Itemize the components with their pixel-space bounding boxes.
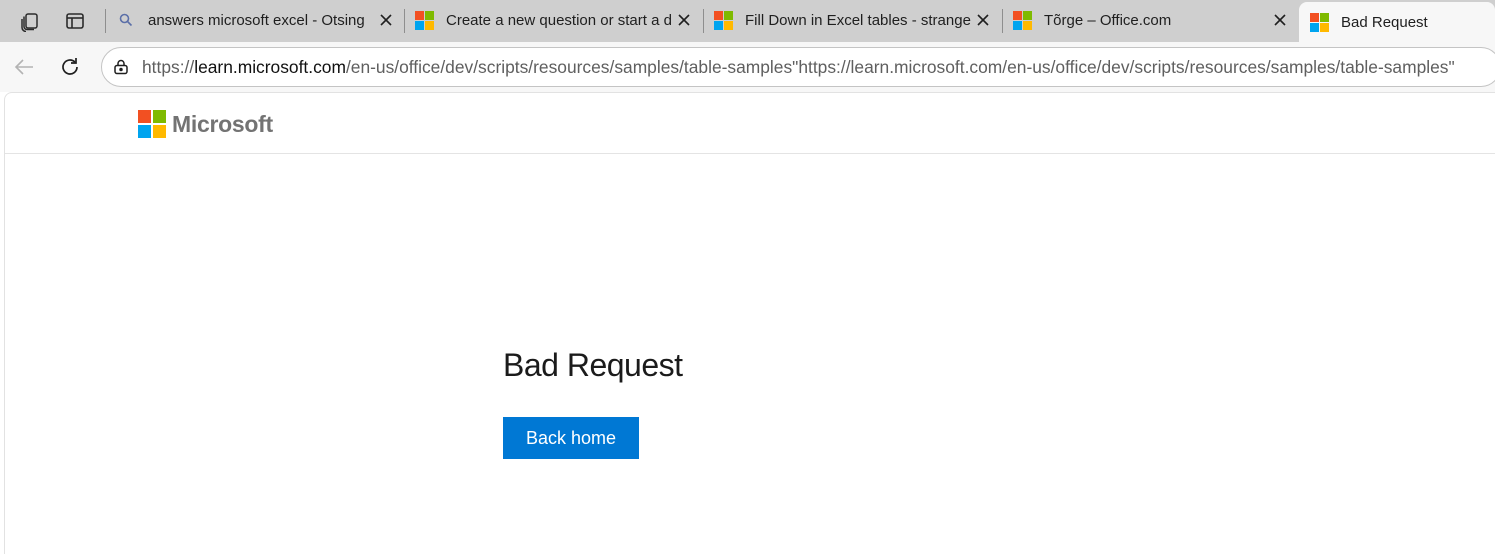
- tab-answers-search[interactable]: answers microsoft excel - Otsing: [106, 0, 404, 40]
- address-bar[interactable]: https://learn.microsoft.com/en-us/office…: [101, 47, 1495, 87]
- tab-bad-request[interactable]: Bad Request: [1299, 2, 1495, 42]
- tab-title: Bad Request: [1341, 13, 1428, 31]
- address-url: https://learn.microsoft.com/en-us/office…: [142, 57, 1455, 78]
- tab-title: Tõrge – Office.com: [1044, 11, 1172, 29]
- tab-strip: answers microsoft excel - Otsing Create …: [0, 0, 1495, 42]
- microsoft-brand-link[interactable]: Microsoft: [138, 109, 273, 139]
- tab-office-error[interactable]: Tõrge – Office.com: [1002, 0, 1298, 40]
- refresh-icon: [62, 58, 78, 75]
- tab-title: Create a new question or start a d: [446, 11, 672, 29]
- web-page: Microsoft Bad Request Back home: [4, 92, 1495, 554]
- tab-fill-down[interactable]: Fill Down in Excel tables - strange: [703, 0, 1001, 40]
- close-tab-icon[interactable]: [971, 8, 995, 32]
- site-info-lock-icon[interactable]: [110, 56, 132, 78]
- workspaces-icon: [21, 13, 38, 32]
- url-path: /en-us/office/dev/scripts/resources/samp…: [345, 56, 1455, 77]
- url-scheme: https://: [142, 56, 195, 77]
- microsoft-logo-icon: [138, 110, 166, 138]
- site-header: Microsoft: [5, 93, 1495, 154]
- close-tab-icon[interactable]: [672, 8, 696, 32]
- back-button[interactable]: [9, 52, 39, 82]
- refresh-button[interactable]: [55, 52, 85, 82]
- close-tab-icon[interactable]: [374, 8, 398, 32]
- vertical-tabs-icon: [66, 13, 84, 29]
- tab-title: Fill Down in Excel tables - strange: [745, 11, 971, 29]
- close-tab-icon[interactable]: [1268, 8, 1292, 32]
- microsoft-logo-icon: [414, 10, 434, 30]
- back-home-button[interactable]: Back home: [503, 417, 639, 459]
- arrow-left-icon: [14, 59, 33, 75]
- tab-title: answers microsoft excel - Otsing: [148, 11, 365, 29]
- microsoft-logo-icon: [1012, 10, 1032, 30]
- page-title: Bad Request: [503, 347, 683, 383]
- microsoft-logo-icon: [713, 10, 733, 30]
- tab-create-question[interactable]: Create a new question or start a d: [404, 0, 702, 40]
- workspaces-button[interactable]: [15, 6, 45, 36]
- url-host: learn.microsoft.com: [194, 56, 346, 77]
- microsoft-logo-icon: [1309, 12, 1329, 32]
- browser-toolbar: https://learn.microsoft.com/en-us/office…: [0, 42, 1495, 92]
- tab-actions-button[interactable]: [60, 6, 90, 36]
- search-icon: [116, 10, 136, 30]
- brand-name: Microsoft: [172, 110, 273, 137]
